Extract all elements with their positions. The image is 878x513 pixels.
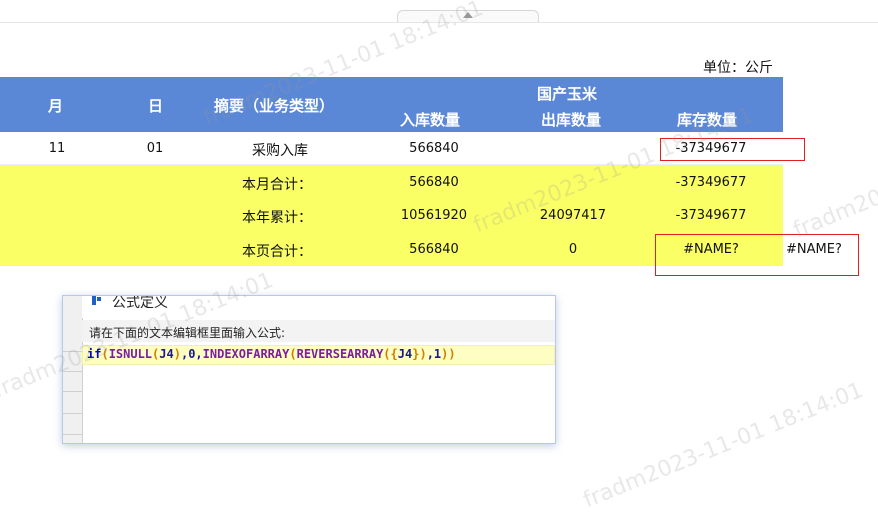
app-logo-icon xyxy=(92,296,101,305)
header-outbound: 出库数量 xyxy=(541,111,602,129)
cell-stock[interactable]: -37349677 xyxy=(676,208,747,223)
cell-summary[interactable]: 本月合计： xyxy=(242,174,312,194)
error-highlight-box xyxy=(660,138,805,161)
watermark: fradm2023-11-01 18:14:01 xyxy=(790,108,878,244)
formula-token: ( xyxy=(383,347,391,361)
cell-outbound[interactable]: 0 xyxy=(569,242,577,257)
dialog-title: 公式定义 xyxy=(112,295,168,311)
cell-outbound[interactable]: 24097417 xyxy=(540,208,606,223)
formula-token: ) xyxy=(419,347,427,361)
dialog-title-bar[interactable]: 公式定义 xyxy=(82,296,555,318)
unit-label: 单位：公斤 xyxy=(703,60,773,76)
header-month: 月 xyxy=(48,97,64,115)
formula-token: J4 xyxy=(397,347,413,361)
cell-inbound[interactable]: 566840 xyxy=(409,242,459,257)
formula-token: ) xyxy=(448,347,456,361)
top-toolbar xyxy=(0,0,878,23)
header-day: 日 xyxy=(148,97,164,115)
cell-month[interactable]: 11 xyxy=(49,141,66,156)
formula-token: ,1 xyxy=(426,347,442,361)
formula-token: ISNULL xyxy=(108,347,153,361)
cell-day[interactable]: 01 xyxy=(147,141,164,156)
header-summary: 摘要（业务类型） xyxy=(214,97,335,115)
cell-stock[interactable]: -37349677 xyxy=(676,175,747,190)
cell-inbound[interactable]: 566840 xyxy=(409,175,459,190)
dialog-prompt: 请在下面的文本编辑框里面输入公式: xyxy=(89,326,286,340)
cell-summary[interactable]: 本页合计： xyxy=(242,241,312,261)
header-stock: 库存数量 xyxy=(677,111,738,129)
formula-dialog: 公式定义 请在下面的文本编辑框里面输入公式: if(ISNULL(J4),0,I… xyxy=(62,295,556,444)
cell-summary[interactable]: 采购入库 xyxy=(252,140,308,160)
formula-token: { xyxy=(390,347,398,361)
formula-token: if xyxy=(87,347,102,361)
header-inbound: 入库数量 xyxy=(400,111,461,129)
formula-text[interactable]: if(ISNULL(J4),0,INDEXOFARRAY(REVERSEARRA… xyxy=(87,347,456,361)
caret-up-icon[interactable] xyxy=(463,12,473,18)
header-group: 国产玉米 xyxy=(537,85,598,103)
formula-token: INDEXOFARRAY xyxy=(202,347,290,361)
dialog-prompt-bar: 请在下面的文本编辑框里面输入公式: xyxy=(82,320,555,342)
formula-token: ,0, xyxy=(180,347,203,361)
formula-token: ( xyxy=(101,347,109,361)
formula-editor[interactable]: if(ISNULL(J4),0,INDEXOFARRAY(REVERSEARRA… xyxy=(82,345,555,365)
error-highlight-box xyxy=(655,234,859,276)
dialog-side-panel xyxy=(63,296,83,443)
table-header: 月 日 摘要（业务类型） 国产玉米 入库数量 出库数量 库存数量 xyxy=(0,77,783,132)
cell-inbound[interactable]: 566840 xyxy=(409,141,459,156)
watermark: fradm2023-11-01 18:14:01 xyxy=(580,377,867,513)
formula-token: J4 xyxy=(159,347,174,361)
cell-inbound[interactable]: 10561920 xyxy=(401,208,467,223)
cell-summary[interactable]: 本年累计： xyxy=(242,207,312,227)
formula-token: REVERSEARRAY xyxy=(296,347,384,361)
formula-token: ) xyxy=(173,347,181,361)
formula-token: ( xyxy=(289,347,297,361)
